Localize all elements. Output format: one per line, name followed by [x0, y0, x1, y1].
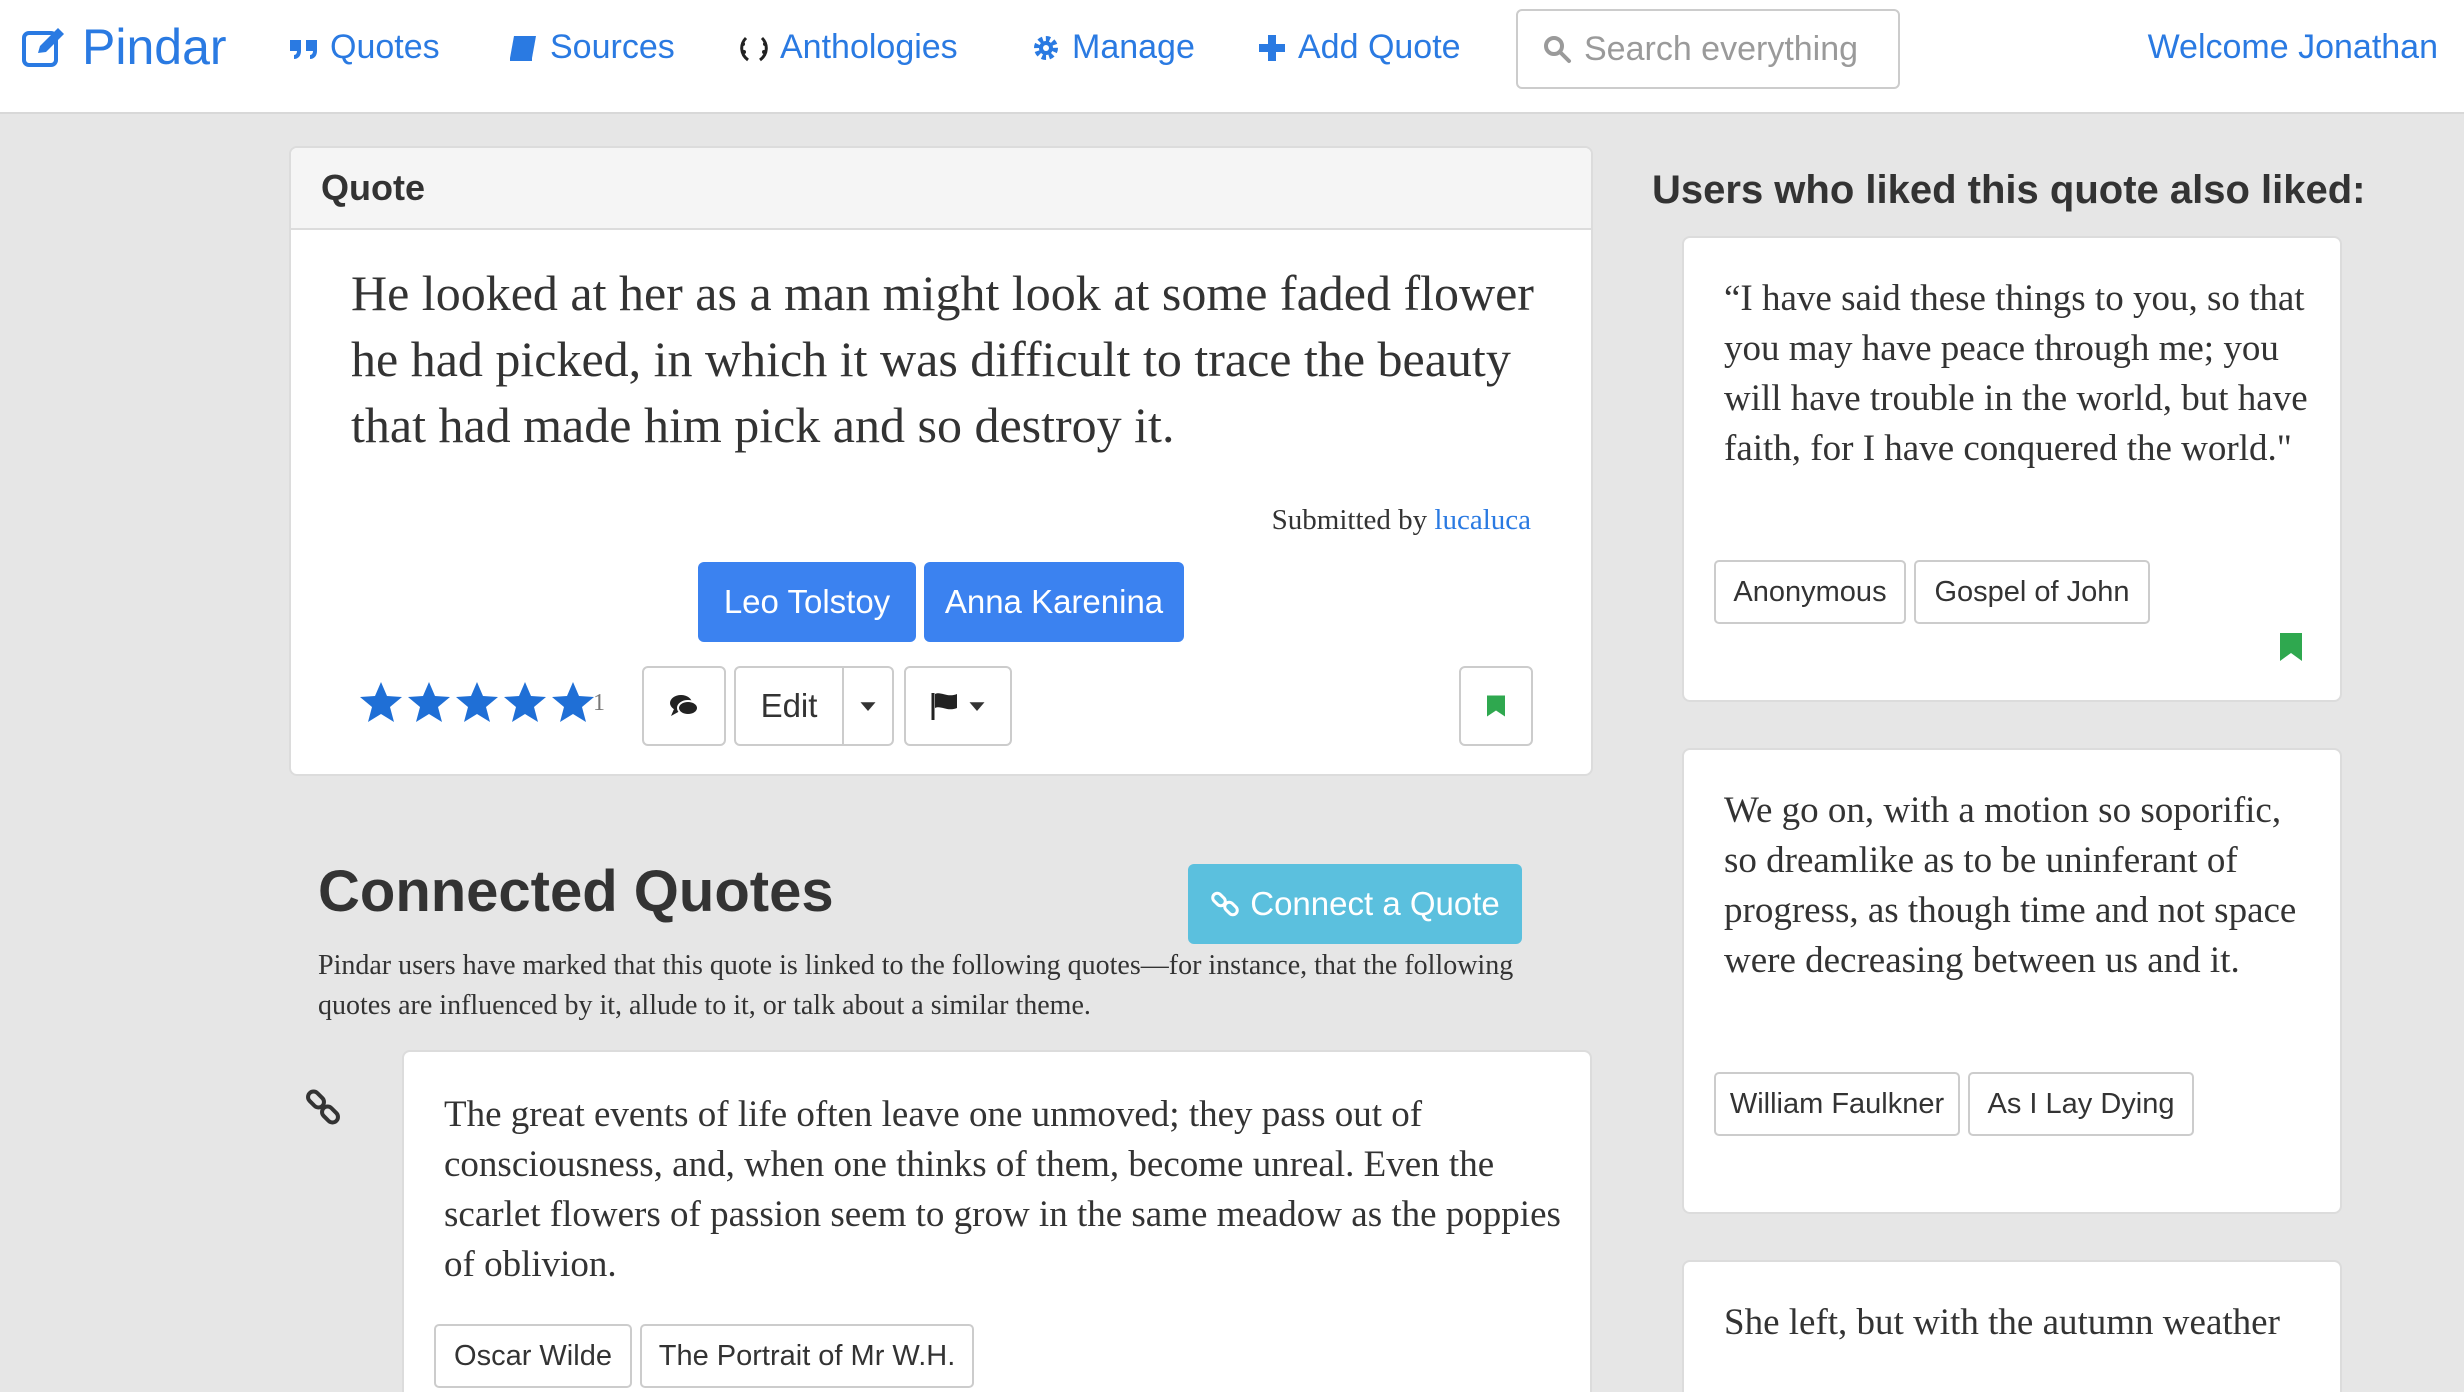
also-liked-quote-text: She left, but with the autumn weather	[1724, 1302, 2280, 1343]
nav-sources[interactable]: Sources	[508, 28, 675, 67]
nav-sources-label: Sources	[550, 28, 675, 66]
star-icon[interactable]	[503, 680, 547, 724]
nav-anthologies-label: Anthologies	[780, 28, 958, 66]
link-icon	[1211, 891, 1240, 917]
also-liked-card: She left, but with the autumn weather	[1682, 1260, 2342, 1392]
flag-icon	[931, 693, 957, 720]
star-icon[interactable]	[455, 680, 499, 724]
chain-link-icon	[306, 1089, 340, 1125]
nav-add-quote-label: Add Quote	[1298, 28, 1461, 66]
nav-quotes-label: Quotes	[330, 28, 440, 66]
brand-name: Pindar	[82, 19, 227, 75]
also-liked-quote-text: We go on, with a motion so soporific, so…	[1724, 790, 2297, 981]
edit-icon	[22, 28, 64, 67]
nav-manage-label: Manage	[1072, 28, 1195, 66]
flag-dropdown-button[interactable]	[904, 666, 1012, 746]
connected-quote-card: The great events of life often leave one…	[402, 1050, 1592, 1392]
comments-icon	[670, 695, 699, 716]
quote-text: He looked at her as a man might look at …	[351, 265, 1534, 453]
plus-icon	[1259, 34, 1285, 61]
star-icon[interactable]	[551, 680, 595, 724]
search-icon	[1544, 36, 1571, 63]
nav-add-quote[interactable]: Add Quote	[1256, 28, 1461, 67]
brand-logo[interactable]: Pindar	[20, 18, 227, 76]
connected-source-tag[interactable]: The Portrait of Mr W.H.	[640, 1324, 974, 1388]
edit-button[interactable]: Edit	[734, 666, 844, 746]
caret-down-icon	[860, 702, 876, 711]
bookmark-icon	[1487, 695, 1505, 717]
bookmark-button[interactable]	[1459, 666, 1533, 746]
star-icon[interactable]	[359, 680, 403, 724]
source-tag[interactable]: Anna Karenina	[924, 562, 1184, 642]
bookmark-icon[interactable]	[2278, 632, 2304, 662]
also-liked-card: We go on, with a motion so soporific, so…	[1682, 748, 2342, 1214]
also-liked-source-tag[interactable]: Gospel of John	[1914, 560, 2150, 624]
quote-panel: Quote He looked at her as a man might lo…	[289, 146, 1593, 776]
nav-anthologies[interactable]: Anthologies	[738, 28, 958, 67]
author-tag[interactable]: Leo Tolstoy	[698, 562, 916, 642]
welcome-user-link[interactable]: Welcome Jonathan	[2148, 28, 2438, 67]
connect-quote-label: Connect a Quote	[1250, 885, 1500, 922]
edit-dropdown-toggle[interactable]	[842, 666, 894, 746]
connected-quotes-description: Pindar users have marked that this quote…	[318, 950, 1514, 1021]
book-icon	[510, 35, 536, 61]
submitted-prefix: Submitted by	[1271, 504, 1428, 536]
star-rating[interactable]	[359, 680, 595, 724]
caret-down-icon	[969, 702, 985, 711]
connected-quote-text: The great events of life often leave one…	[444, 1094, 1561, 1285]
also-liked-card: “I have said these things to you, so tha…	[1682, 236, 2342, 702]
submitted-by: Submitted by lucaluca	[1272, 504, 1531, 537]
quote-panel-title: Quote	[291, 148, 1591, 230]
also-liked-quote-text: “I have said these things to you, so tha…	[1724, 278, 2308, 469]
connected-quotes-title: Connected Quotes	[318, 859, 834, 924]
also-liked-source-tag[interactable]: As I Lay Dying	[1968, 1072, 2194, 1136]
connect-quote-button[interactable]: Connect a Quote	[1188, 864, 1522, 944]
also-liked-author-tag[interactable]: Anonymous	[1714, 560, 1906, 624]
nav-manage[interactable]: Manage	[1030, 28, 1195, 67]
gear-icon	[1034, 35, 1058, 60]
also-liked-author-tag[interactable]: William Faulkner	[1714, 1072, 1960, 1136]
submitter-link[interactable]: lucaluca	[1434, 504, 1531, 536]
connected-author-tag[interactable]: Oscar Wilde	[434, 1324, 632, 1388]
search-box[interactable]	[1516, 9, 1900, 89]
comment-button[interactable]	[642, 666, 726, 746]
laurel-icon	[740, 36, 768, 61]
rating-count: 1	[593, 690, 605, 716]
quote-icon	[290, 39, 317, 59]
navbar: Pindar Quotes Sources Anthologies Manage…	[0, 0, 2464, 114]
search-input[interactable]	[1584, 29, 1884, 69]
also-liked-title: Users who liked this quote also liked:	[1652, 168, 2366, 212]
nav-quotes[interactable]: Quotes	[288, 28, 440, 67]
star-icon[interactable]	[407, 680, 451, 724]
